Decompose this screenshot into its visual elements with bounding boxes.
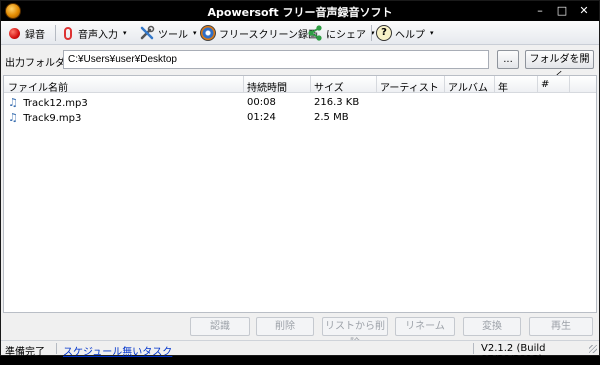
app-window: Apowersoft フリー音声録音ソフト – □ ✕ 録音 音声入力 ▾ ツー… (0, 0, 600, 365)
column-header-year[interactable]: 年 (498, 79, 508, 94)
status-divider (473, 343, 474, 354)
screen-recorder-label: フリースクリーン録画 (219, 29, 318, 41)
open-folder-button[interactable]: フォルダを開く (525, 50, 594, 82)
help-icon: ? (376, 25, 392, 41)
music-note-icon: ♫ (8, 111, 18, 124)
version-text: V2.1.2 (Build 07/30/2013) (481, 343, 546, 365)
tools-icon (140, 25, 155, 40)
window-title: Apowersoft フリー音声録音ソフト (207, 6, 393, 19)
column-divider[interactable] (537, 76, 538, 93)
output-path-input[interactable] (63, 50, 489, 69)
recordings-list[interactable]: ファイル名前 持続時間 サイズ アーティスト アルバム 年 # ♫ Track1… (3, 75, 597, 313)
recognize-button[interactable]: 認識 (190, 317, 250, 336)
status-divider (56, 343, 57, 354)
status-bar: 準備完了 スケジュール無いタスク V2.1.2 (Build 07/30/201… (1, 340, 599, 365)
file-name-cell: ♫ Track9.mp3 (8, 111, 82, 125)
column-divider[interactable] (243, 76, 244, 93)
duration-cell: 00:08 (247, 97, 276, 108)
share-icon (308, 25, 322, 41)
file-name: Track12.mp3 (23, 98, 88, 109)
remove-from-list-button[interactable]: リストから削除 (322, 317, 388, 349)
tools-label: ツール (158, 29, 188, 41)
resize-grip-icon[interactable] (589, 345, 597, 353)
record-icon (9, 27, 20, 39)
tools-menu[interactable]: ツール ▾ (139, 23, 197, 43)
column-header-album[interactable]: アルバム (448, 79, 488, 94)
convert-button[interactable]: 変換 (463, 317, 521, 336)
delete-button[interactable]: 削除 (256, 317, 314, 336)
screen-recorder-button[interactable]: フリースクリーン録画 (200, 23, 318, 43)
audio-input-menu[interactable]: 音声入力 ▾ (61, 23, 127, 43)
table-row[interactable]: ♫ Track12.mp3 00:08 216.3 KB (4, 96, 596, 110)
column-divider[interactable] (494, 76, 495, 93)
minimize-button[interactable]: – (529, 2, 551, 19)
column-header-artist[interactable]: アーティスト (380, 79, 439, 94)
close-button[interactable]: ✕ (573, 2, 595, 19)
output-folder-row: 出力フォルダ: ... フォルダを開く (1, 48, 599, 82)
main-toolbar: 録音 音声入力 ▾ ツール ▾ フリースクリーン録画 にシェア ▾ ? ヘルプ … (1, 21, 599, 45)
chevron-down-icon: ▾ (123, 29, 127, 37)
film-reel-icon (200, 25, 216, 41)
record-button[interactable]: 録音 (7, 23, 45, 43)
column-divider[interactable] (310, 76, 311, 93)
title-bar: Apowersoft フリー音声録音ソフト – □ ✕ (1, 1, 599, 21)
duration-cell: 01:24 (247, 112, 276, 123)
audio-input-label: 音声入力 (78, 29, 118, 41)
list-header: ファイル名前 持続時間 サイズ アーティスト アルバム 年 # (4, 76, 596, 94)
column-header-filename[interactable]: ファイル名前 (8, 79, 68, 94)
size-cell: 2.5 MB (314, 112, 349, 123)
column-header-number[interactable]: # (541, 79, 549, 90)
record-label: 録音 (25, 29, 45, 41)
help-menu[interactable]: ? ヘルプ ▾ (376, 23, 434, 43)
browse-button[interactable]: ... (497, 50, 519, 69)
action-bar: 認識 削除 リストから削除 リネーム 変換 再生 (1, 316, 599, 349)
toolbar-divider (371, 25, 372, 41)
toolbar-divider (55, 25, 56, 41)
table-row[interactable]: ♫ Track9.mp3 01:24 2.5 MB (4, 111, 596, 125)
output-folder-label: 出力フォルダ: (5, 58, 69, 69)
music-note-icon: ♫ (8, 96, 18, 109)
microphone-icon (64, 26, 72, 40)
column-header-duration[interactable]: 持続時間 (247, 79, 287, 94)
maximize-button[interactable]: □ (551, 2, 573, 19)
help-label: ヘルプ (395, 29, 425, 41)
size-cell: 216.3 KB (314, 97, 360, 108)
share-label: にシェア (326, 29, 366, 41)
share-menu[interactable]: にシェア ▾ (307, 23, 375, 43)
file-name-cell: ♫ Track12.mp3 (8, 96, 88, 110)
chevron-down-icon: ▾ (193, 29, 197, 37)
column-divider[interactable] (569, 76, 570, 93)
rename-button[interactable]: リネーム (395, 317, 455, 336)
column-divider[interactable] (376, 76, 377, 93)
chevron-down-icon: ▾ (430, 29, 434, 37)
play-button[interactable]: 再生 (529, 317, 593, 336)
file-name: Track9.mp3 (23, 113, 82, 124)
column-header-size[interactable]: サイズ (314, 79, 344, 94)
column-divider[interactable] (444, 76, 445, 93)
